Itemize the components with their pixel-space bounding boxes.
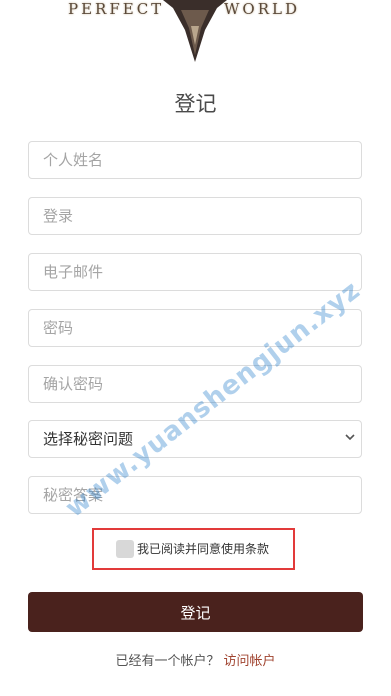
login-link[interactable]: 访问帐户: [224, 654, 276, 669]
login-prompt-text: 已经有一个帐户？: [115, 654, 220, 669]
dragon-emblem-icon: [163, 0, 227, 62]
password-input[interactable]: [28, 309, 362, 347]
full-name-input[interactable]: [28, 141, 362, 179]
register-button[interactable]: 登记: [28, 592, 363, 632]
terms-label: 我已阅读并同意使用条款: [137, 542, 270, 556]
security-answer-input[interactable]: [28, 476, 362, 514]
game-logo: PERFECT WORLD: [0, 0, 391, 62]
page-title: 登记: [174, 92, 217, 116]
logo-word-right: WORLD: [224, 0, 300, 18]
email-input[interactable]: [28, 253, 362, 291]
login-prompt: 已经有一个帐户？ 访问帐户: [0, 650, 391, 669]
login-input[interactable]: [28, 197, 362, 235]
terms-checkbox[interactable]: [116, 540, 134, 558]
logo-word-left: PERFECT: [68, 0, 165, 18]
confirm-password-input[interactable]: [28, 365, 362, 403]
security-question-select[interactable]: 选择秘密问题: [28, 420, 362, 458]
